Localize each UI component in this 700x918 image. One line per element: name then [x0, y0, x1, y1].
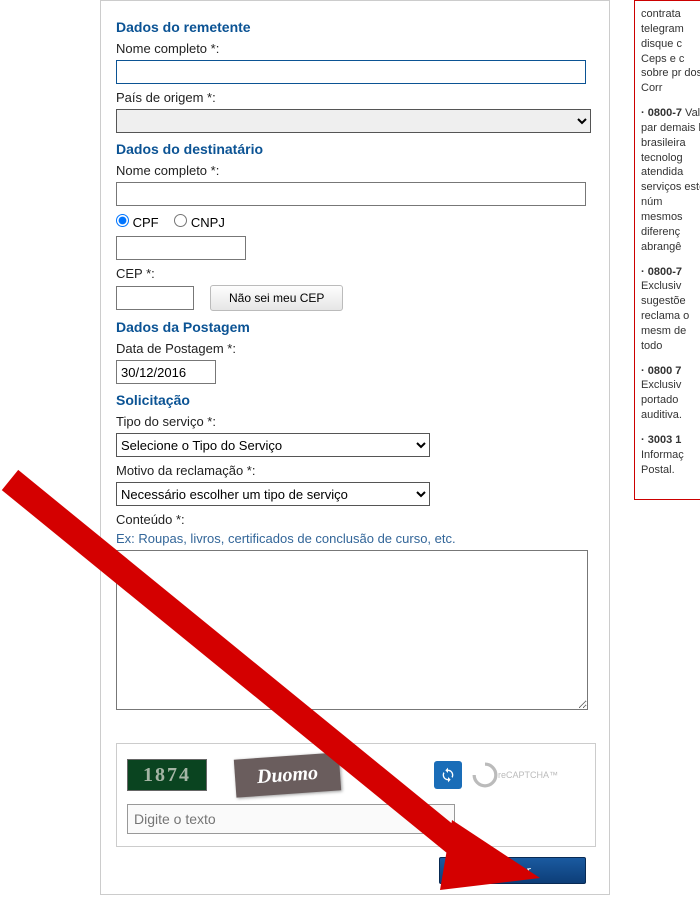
section-recipient: Dados do destinatário: [116, 141, 594, 157]
cep-unknown-button[interactable]: Não sei meu CEP: [210, 285, 343, 311]
sidebar-text-3: Informaç Postal.: [641, 449, 684, 476]
sidebar-info: contrata telegram disque c Ceps e c sobr…: [634, 0, 700, 500]
radio-cpf[interactable]: [116, 214, 129, 227]
service-type-select[interactable]: Selecione o Tipo do Serviço: [116, 433, 430, 457]
complaint-reason-select[interactable]: Necessário escolher um tipo de serviço: [116, 482, 430, 506]
radio-cpf-text: CPF: [133, 215, 159, 230]
posting-date-input[interactable]: [116, 360, 216, 384]
form-container: Dados do remetente Nome completo *: País…: [100, 0, 610, 895]
sidebar-text-0: Vale par demais l brasileira tecnolog at…: [641, 107, 700, 253]
sidebar-text-2: Exclusiv portado auditiva.: [641, 379, 682, 421]
captcha-word-1: 1874: [127, 759, 207, 791]
captcha-container: 1874 Duomo reCAPTCHA™: [116, 743, 596, 847]
radio-cnpj[interactable]: [174, 214, 187, 227]
sidebar-text-1: Exclusiv sugestõe reclama o mesm de todo: [641, 280, 689, 351]
origin-country-select[interactable]: [116, 109, 591, 133]
label-recipient-fullname: Nome completo *:: [116, 163, 594, 178]
label-complaint-reason: Motivo da reclamação *:: [116, 463, 594, 478]
content-hint: Ex: Roupas, livros, certificados de conc…: [116, 531, 594, 546]
sidebar-item-1: · 0800-7 Exclusiv sugestõe reclama o mes…: [641, 265, 700, 354]
sidebar-item-2: · 0800 7 Exclusiv portado auditiva.: [641, 364, 700, 423]
doc-number-input[interactable]: [116, 236, 246, 260]
sidebar-phone-3: · 3003 1: [641, 434, 681, 446]
sidebar-item-0: · 0800-7 Vale par demais l brasileira te…: [641, 106, 700, 254]
recaptcha-badge: reCAPTCHA™: [472, 762, 558, 788]
captcha-refresh-button[interactable]: [434, 761, 462, 789]
captcha-word-2: Duomo: [234, 752, 341, 797]
label-sender-fullname: Nome completo *:: [116, 41, 594, 56]
submit-button[interactable]: Enviar: [439, 857, 586, 884]
sidebar-item-3: · 3003 1 Informaç Postal.: [641, 433, 700, 478]
sidebar-phone-2: · 0800 7: [641, 365, 681, 377]
radio-cnpj-text: CNPJ: [191, 215, 225, 230]
radio-cpf-label[interactable]: CPF: [116, 215, 162, 230]
label-origin-country: País de origem *:: [116, 90, 594, 105]
label-posting-date: Data de Postagem *:: [116, 341, 594, 356]
sidebar-phone-1: · 0800-7: [641, 266, 682, 278]
content-textarea[interactable]: [116, 550, 588, 710]
section-request: Solicitação: [116, 392, 594, 408]
radio-cnpj-label[interactable]: CNPJ: [174, 215, 225, 230]
captcha-input[interactable]: [127, 804, 455, 834]
sender-fullname-input[interactable]: [116, 60, 586, 84]
sidebar-phone-0: · 0800-7: [641, 107, 682, 119]
recaptcha-icon: [472, 762, 498, 788]
label-service-type: Tipo do serviço *:: [116, 414, 594, 429]
label-cep: CEP *:: [116, 266, 594, 281]
recipient-fullname-input[interactable]: [116, 182, 586, 206]
label-content: Conteúdo *:: [116, 512, 594, 527]
section-posting: Dados da Postagem: [116, 319, 594, 335]
doc-type-row: CPF CNPJ: [116, 214, 594, 230]
sidebar-intro: contrata telegram disque c Ceps e c sobr…: [641, 7, 700, 96]
refresh-icon: [440, 767, 456, 783]
cep-input[interactable]: [116, 286, 194, 310]
recaptcha-text: reCAPTCHA™: [498, 770, 558, 780]
section-sender: Dados do remetente: [116, 19, 594, 35]
